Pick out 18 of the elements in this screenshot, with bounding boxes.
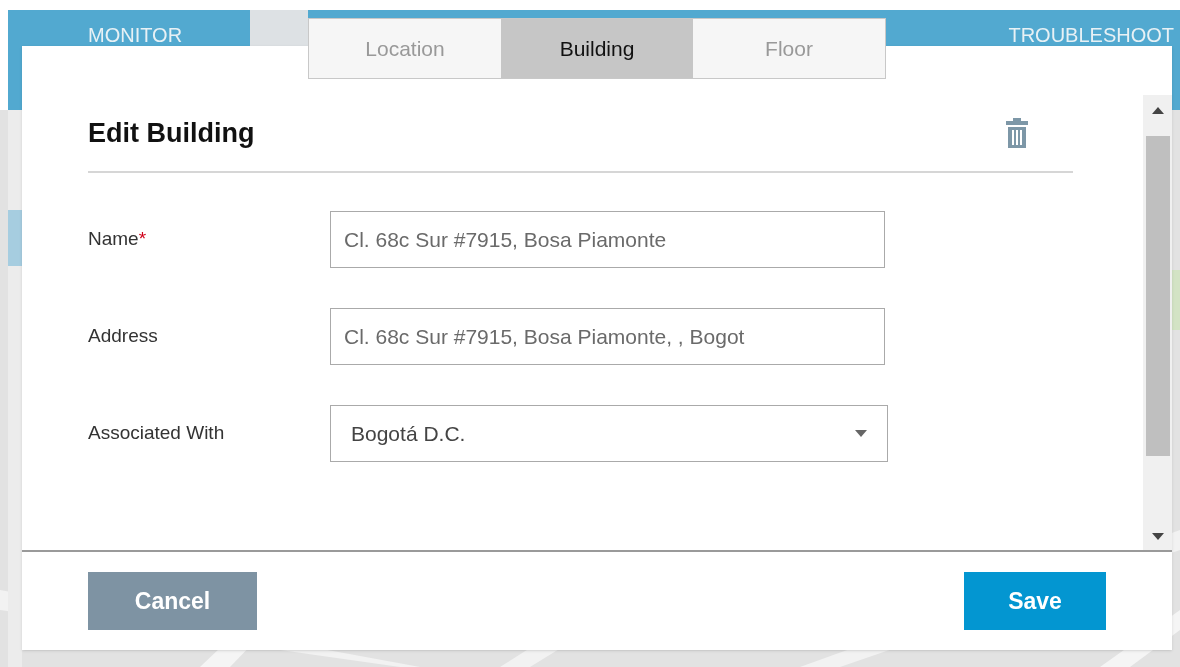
dialog-title: Edit Building bbox=[88, 116, 255, 150]
tab[interactable]: Building bbox=[501, 19, 693, 78]
field-label: Name* bbox=[88, 227, 148, 252]
scroll-up-icon[interactable] bbox=[1151, 107, 1164, 114]
field-label: Address bbox=[88, 324, 159, 349]
cancel-button[interactable]: Cancel bbox=[88, 572, 257, 630]
input-field[interactable]: Cl. 68c Sur #7915, Bosa Piamonte, , Bogot bbox=[330, 308, 885, 365]
caret-icon bbox=[855, 430, 867, 437]
input-field[interactable]: Cl. 68c Sur #7915, Bosa Piamonte bbox=[330, 211, 885, 268]
field-label: Associated With bbox=[88, 421, 226, 446]
scroll-down-icon[interactable] bbox=[1151, 533, 1164, 540]
trash-icon[interactable] bbox=[1006, 118, 1028, 148]
save-button[interactable]: Save bbox=[964, 572, 1106, 630]
tab[interactable]: Location bbox=[309, 19, 501, 78]
dropdown-field[interactable]: Bogotá D.C. bbox=[330, 405, 888, 462]
tab[interactable]: Floor bbox=[693, 19, 885, 78]
selected-row bbox=[8, 210, 22, 266]
scrollbar[interactable] bbox=[1143, 95, 1172, 550]
